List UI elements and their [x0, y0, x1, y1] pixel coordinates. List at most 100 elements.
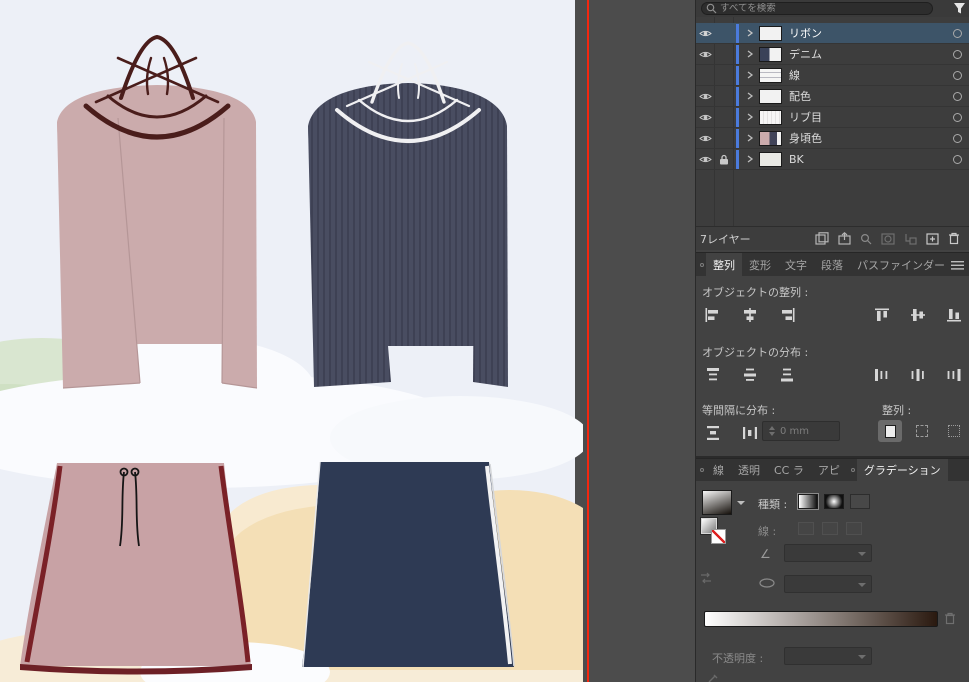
reverse-gradient-icon: [701, 572, 711, 584]
target-circle-icon[interactable]: [945, 112, 969, 122]
layer-thumbnail: [759, 46, 782, 62]
lock-toggle[interactable]: [714, 107, 733, 127]
layer-row[interactable]: 配色: [696, 86, 969, 107]
vertical-distribute-space-button[interactable]: [700, 421, 726, 445]
artboard-icon: [884, 424, 896, 438]
new-sublayer-icon[interactable]: [899, 230, 921, 248]
target-circle-icon[interactable]: [945, 49, 969, 59]
gradient-swatch[interactable]: [702, 490, 732, 515]
align-vertical-top-button[interactable]: [869, 303, 895, 327]
search-input[interactable]: [701, 2, 933, 15]
expand-chevron-icon[interactable]: [743, 113, 756, 121]
visibility-toggle-icon[interactable]: [696, 86, 714, 106]
lock-toggle[interactable]: [714, 23, 733, 43]
distribute-horizontal-center-button[interactable]: [905, 363, 931, 387]
tab-cc-libraries[interactable]: CC ラ: [767, 459, 811, 481]
spacing-value-input[interactable]: 0 mm: [762, 421, 840, 441]
linear-gradient-button[interactable]: [798, 494, 818, 509]
visibility-toggle-icon[interactable]: [696, 23, 714, 43]
align-vertical-center-button[interactable]: [905, 303, 931, 327]
tab-pathfinder[interactable]: パスファインダー: [850, 253, 952, 276]
align-panel-body: オブジェクトの整列 : オブジェクトの分布 : 等間隔に分布: 整列: 0 …: [696, 276, 969, 456]
align-to-artboard-button[interactable]: [878, 420, 902, 442]
filter-icon[interactable]: [953, 2, 966, 15]
mauve-skirt[interactable]: [20, 463, 252, 675]
tab-align[interactable]: 整列: [706, 253, 742, 276]
target-circle-icon[interactable]: [945, 91, 969, 101]
layer-row[interactable]: BK: [696, 149, 969, 170]
layer-thumbnail: [759, 88, 782, 104]
visibility-toggle-icon[interactable]: [696, 44, 714, 64]
visibility-toggle-icon[interactable]: [696, 107, 714, 127]
visibility-toggle-icon[interactable]: [696, 149, 714, 169]
export-icon[interactable]: [833, 230, 855, 248]
lock-toggle[interactable]: [714, 128, 733, 148]
layer-thumbnail: [759, 151, 782, 167]
align-to-key-object-button[interactable]: [942, 420, 966, 442]
navy-skirt[interactable]: [302, 461, 515, 668]
target-circle-icon[interactable]: [945, 70, 969, 80]
artboard-canvas[interactable]: [0, 0, 605, 682]
tab-stroke[interactable]: 線: [706, 459, 731, 481]
new-layer-icon[interactable]: [921, 230, 943, 248]
illustrator-window: リボン デニム: [0, 0, 969, 682]
align-horizontal-left-button[interactable]: [700, 303, 726, 327]
clipping-mask-icon[interactable]: [877, 230, 899, 248]
visibility-toggle-icon[interactable]: [696, 128, 714, 148]
layers-footer: 7レイヤー: [696, 226, 969, 250]
align-vertical-bottom-button[interactable]: [941, 303, 967, 327]
lock-toggle[interactable]: [714, 65, 733, 85]
tab-appearance[interactable]: アピ: [811, 459, 847, 481]
gradient-slider[interactable]: [704, 611, 938, 627]
panel-menu-icon[interactable]: [951, 261, 964, 270]
tab-gradient[interactable]: グラデーション: [856, 459, 948, 481]
stepper-arrows-icon[interactable]: [769, 426, 775, 436]
distribute-vertical-bottom-button[interactable]: [774, 363, 800, 387]
collect-for-export-icon[interactable]: [811, 230, 833, 248]
layer-row[interactable]: デニム: [696, 44, 969, 65]
layer-color-bar: [736, 149, 739, 169]
lock-icon[interactable]: [714, 149, 733, 169]
layer-row[interactable]: 線: [696, 65, 969, 86]
expand-chevron-icon[interactable]: [743, 71, 756, 79]
tab-paragraph[interactable]: 段落: [814, 253, 850, 276]
target-circle-icon[interactable]: [945, 154, 969, 164]
expand-chevron-icon[interactable]: [743, 134, 756, 142]
target-circle-icon[interactable]: [945, 28, 969, 38]
delete-layer-icon[interactable]: [943, 230, 965, 248]
aspect-ratio-icon: [759, 578, 775, 588]
align-to-selection-button[interactable]: [910, 420, 934, 442]
expand-chevron-icon[interactable]: [743, 29, 756, 37]
expand-chevron-icon[interactable]: [743, 92, 756, 100]
radial-gradient-button[interactable]: [824, 494, 844, 509]
expand-chevron-icon[interactable]: [743, 155, 756, 163]
stroke-none-chip[interactable]: [711, 529, 726, 544]
tab-character[interactable]: 文字: [778, 253, 814, 276]
spacing-value: 0 mm: [780, 425, 810, 437]
guide-line[interactable]: [587, 0, 589, 682]
swatch-menu-arrow-icon[interactable]: [737, 501, 745, 509]
distribute-vertical-center-button[interactable]: [737, 363, 763, 387]
tab-transform[interactable]: 変形: [742, 253, 778, 276]
layer-row[interactable]: 身頃色: [696, 128, 969, 149]
visibility-toggle-icon[interactable]: [696, 65, 714, 85]
lock-toggle[interactable]: [714, 86, 733, 106]
distribute-horizontal-left-button[interactable]: [869, 363, 895, 387]
distribute-horizontal-right-button[interactable]: [941, 363, 967, 387]
align-horizontal-right-button[interactable]: [774, 303, 800, 327]
distribute-vertical-top-button[interactable]: [700, 363, 726, 387]
locate-object-icon[interactable]: [855, 230, 877, 248]
stroke-gradient-across-button: [846, 522, 862, 535]
align-to-label: 整列 :: [882, 404, 912, 417]
gradient-panel-tabbar: 線 透明 CC ラ アピ グラデーション: [696, 458, 969, 481]
fill-stroke-chips[interactable]: [700, 517, 731, 548]
expand-chevron-icon[interactable]: [743, 50, 756, 58]
layer-row[interactable]: リブ目: [696, 107, 969, 128]
align-horizontal-center-button[interactable]: [737, 303, 763, 327]
horizontal-distribute-space-button[interactable]: [737, 421, 763, 445]
align-objects-label: オブジェクトの整列 :: [702, 286, 809, 299]
target-circle-icon[interactable]: [945, 133, 969, 143]
lock-toggle[interactable]: [714, 44, 733, 64]
tab-transparency[interactable]: 透明: [731, 459, 767, 481]
layer-row[interactable]: リボン: [696, 23, 969, 44]
